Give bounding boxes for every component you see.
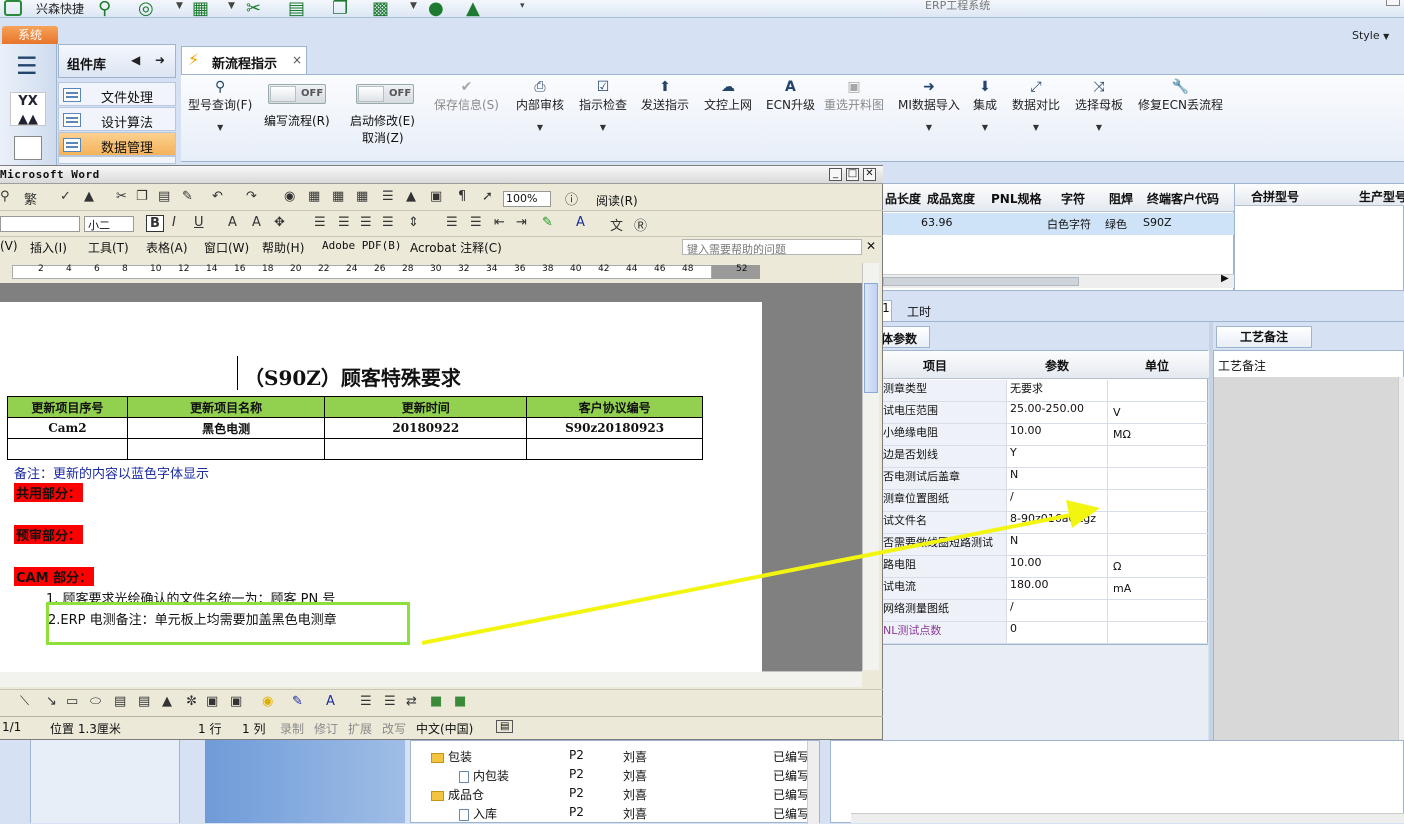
arrow-line — [421, 512, 1077, 645]
arrow-head — [1066, 500, 1100, 528]
annotation-arrow — [421, 500, 1100, 645]
